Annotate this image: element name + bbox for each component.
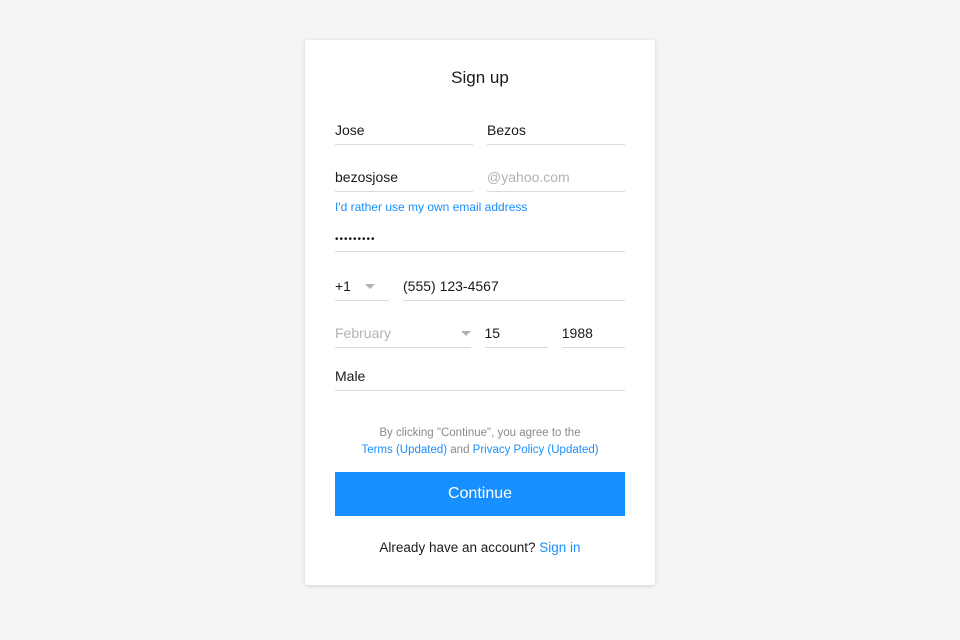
continue-button[interactable]: Continue [335, 472, 625, 516]
birth-day-input[interactable] [485, 319, 548, 348]
chevron-down-icon [461, 331, 471, 336]
first-name-input[interactable] [335, 116, 473, 145]
dob-row: February [335, 319, 625, 348]
signin-link[interactable]: Sign in [539, 540, 580, 555]
name-row [335, 116, 625, 145]
email-local-input[interactable] [335, 163, 473, 192]
email-row: @yahoo.com [335, 163, 625, 192]
phone-row: +1 [335, 272, 625, 301]
gender-input[interactable] [335, 362, 625, 391]
signin-prompt: Already have an account? [379, 540, 539, 555]
last-name-input[interactable] [487, 116, 625, 145]
email-domain-suffix: @yahoo.com [487, 163, 625, 192]
country-code-label: +1 [335, 278, 351, 294]
signin-row: Already have an account? Sign in [335, 540, 625, 555]
birth-month-select[interactable]: February [335, 319, 471, 348]
terms-and: and [447, 444, 473, 456]
gender-row [335, 362, 625, 391]
chevron-down-icon [365, 284, 375, 289]
terms-link[interactable]: Terms (Updated) [361, 442, 447, 459]
password-input[interactable]: ••••••••• [335, 228, 625, 252]
country-code-select[interactable]: +1 [335, 272, 389, 301]
terms-text: By clicking "Continue", you agree to the… [335, 425, 625, 458]
terms-prefix: By clicking "Continue", you agree to the [379, 427, 580, 439]
password-row: ••••••••• [335, 228, 625, 252]
birth-year-input[interactable] [562, 319, 625, 348]
birth-month-label: February [335, 325, 391, 341]
phone-input[interactable] [403, 272, 625, 301]
own-email-link[interactable]: I'd rather use my own email address [335, 200, 527, 214]
privacy-link[interactable]: Privacy Policy (Updated) [473, 442, 599, 459]
signup-card: Sign up @yahoo.com I'd rather use my own… [305, 40, 655, 585]
page-title: Sign up [335, 68, 625, 88]
